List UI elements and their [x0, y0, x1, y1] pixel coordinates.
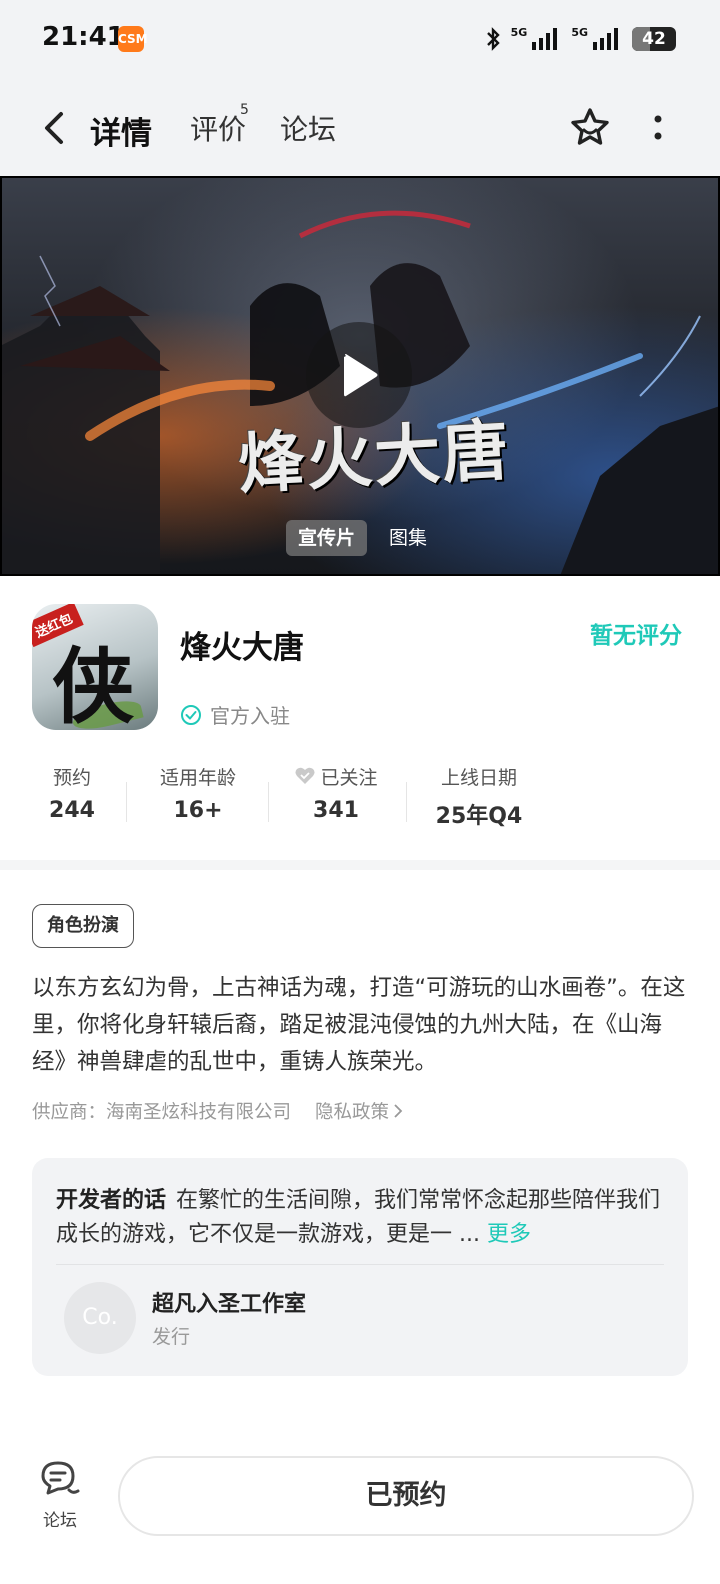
- rating-label[interactable]: 暂无评分: [590, 616, 682, 650]
- stat-label: 预约: [52, 766, 91, 789]
- more-button[interactable]: [648, 110, 668, 150]
- stat-value: 25年Q4: [435, 804, 523, 829]
- stat-divider: [268, 782, 269, 822]
- genre-tag[interactable]: 角色扮演: [32, 904, 134, 948]
- stat-value: 341: [313, 798, 359, 823]
- stat-launch-date: 上线日期 25年Q4: [426, 762, 532, 830]
- more-icon: [654, 115, 662, 140]
- signal-icon-2: [592, 26, 622, 52]
- stats-row: 预约 244 适用年龄 16+ 已关注 341 上线日期 25年Q4: [0, 762, 720, 842]
- top-nav: 详情 评价 5 论坛: [0, 80, 720, 176]
- stat-divider: [126, 782, 127, 822]
- back-button[interactable]: [34, 104, 74, 152]
- status-bar: 21:41 CSM 5G 5G 42: [0, 0, 720, 80]
- back-icon: [45, 112, 63, 144]
- star-icon: [571, 108, 609, 145]
- bottom-forum-label: 论坛: [43, 1511, 77, 1531]
- verified-icon: [181, 704, 201, 725]
- network-label-1: 5G: [510, 25, 528, 39]
- tab-detail[interactable]: 详情: [86, 108, 156, 154]
- battery-level: 42: [642, 29, 666, 49]
- official-label: 官方入驻: [210, 704, 290, 728]
- stat-label-text: 已关注: [320, 766, 378, 789]
- app-name: 烽火大唐: [180, 630, 304, 666]
- privacy-label: 隐私政策: [315, 1102, 390, 1123]
- media-tab-gallery[interactable]: 图集: [377, 520, 439, 556]
- stat-label: 适用年龄: [159, 766, 236, 789]
- network-label-2: 5G: [571, 25, 588, 39]
- section-divider: [0, 860, 720, 870]
- forum-icon: [41, 1461, 80, 1495]
- stat-value: 16+: [173, 798, 223, 823]
- stat-value: 244: [49, 798, 95, 823]
- media-tabs: 宣传片 图集: [286, 520, 439, 556]
- status-time: 21:41: [42, 22, 125, 52]
- reserved-button[interactable]: 已预约: [118, 1456, 694, 1536]
- meta-row: 供应商：海南圣炫科技有限公司 隐私政策: [32, 1098, 403, 1124]
- app-icon-glyph: 侠: [52, 639, 135, 730]
- chevron-right-icon: [394, 1104, 403, 1118]
- stat-label: 上线日期: [440, 766, 517, 789]
- bluetooth-icon: [485, 26, 501, 52]
- developer-divider: [56, 1264, 664, 1265]
- play-icon: [344, 354, 378, 397]
- media-tab-trailer[interactable]: 宣传片: [286, 520, 368, 556]
- heart-icon: [295, 767, 315, 784]
- developer-words-title: 开发者的话: [56, 1188, 167, 1213]
- promo-banner[interactable]: 烽火大唐 宣传片 图集: [0, 176, 720, 576]
- bottom-forum-button[interactable]: 论坛: [30, 1460, 90, 1531]
- stat-label-followers: 已关注: [284, 762, 388, 790]
- play-button[interactable]: [306, 322, 412, 428]
- tab-review[interactable]: 评价: [190, 108, 246, 148]
- tab-detail-label: 详情: [90, 116, 152, 152]
- stat-divider: [406, 782, 407, 822]
- stat-reservations: 预约 244: [32, 762, 112, 824]
- battery-icon: 42: [632, 27, 676, 51]
- favorite-button[interactable]: [568, 106, 612, 150]
- official-badge: 官方入驻: [180, 700, 290, 729]
- stat-age-rating: 适用年龄 16+: [146, 762, 250, 824]
- tab-forum[interactable]: 论坛: [280, 108, 336, 148]
- studio-avatar[interactable]: Co.: [64, 1282, 136, 1354]
- studio-role: 发行: [152, 1326, 191, 1348]
- signal-icon: [531, 26, 561, 52]
- developer-card: 开发者的话 在繁忙的生活间隙，我们常常怀念起那些陪伴我们成长的游戏，它不仅是一款游…: [32, 1158, 688, 1376]
- status-icons: 5G 5G 42: [485, 22, 676, 56]
- stat-followers[interactable]: 已关注 341: [284, 762, 388, 823]
- game-description: 以东方玄幻为骨，上古神话为魂，打造“可游玩的山水画卷”。在这里，你将化身轩辕后裔…: [32, 975, 686, 1075]
- supplier-text: 供应商：海南圣炫科技有限公司: [32, 1102, 292, 1123]
- review-count-badge: 5: [240, 102, 249, 118]
- app-icon: 侠 送红包: [32, 604, 158, 730]
- developer-more-link[interactable]: 更多: [487, 1222, 531, 1247]
- privacy-policy-link[interactable]: 隐私政策: [315, 1098, 403, 1124]
- studio-name[interactable]: 超凡入圣工作室: [152, 1286, 306, 1318]
- developer-words[interactable]: 开发者的话 在繁忙的生活间隙，我们常常怀念起那些陪伴我们成长的游戏，它不仅是一款游…: [56, 1184, 666, 1252]
- notification-app-icon: CSM: [118, 26, 148, 52]
